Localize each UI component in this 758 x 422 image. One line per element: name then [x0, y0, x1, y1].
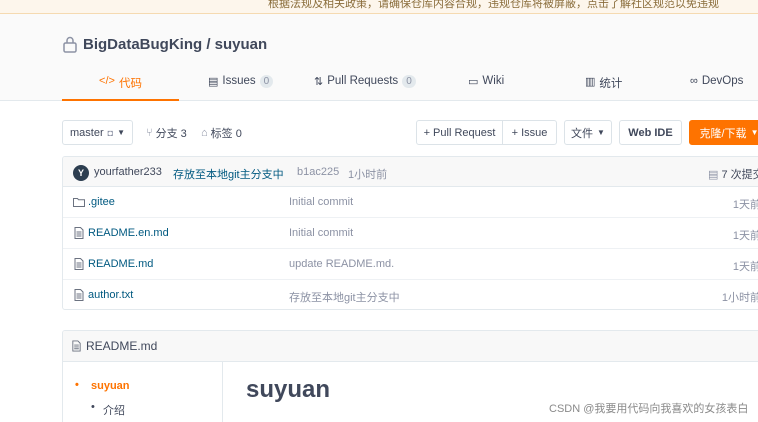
pr-count-badge: 0 — [402, 75, 416, 88]
file-name[interactable]: .gitee — [88, 196, 115, 208]
repo-title: BigDataBugKing / suyuan — [62, 36, 267, 53]
file-commit-message[interactable]: 存放至本地git主分支中 — [289, 289, 400, 305]
toc-label: 介绍 — [103, 405, 125, 417]
tag-icon: ⌂ — [201, 127, 208, 139]
tab-code[interactable]: </> 代码 — [62, 72, 179, 101]
file-menu-button[interactable]: 文件 ▼ — [564, 120, 612, 145]
file-icon — [74, 289, 84, 301]
file-commit-message[interactable]: Initial commit — [289, 196, 353, 208]
tab-wiki[interactable]: ▭ Wiki — [468, 72, 504, 101]
branches-count: 分支 3 — [155, 128, 187, 140]
code-icon: </> — [99, 75, 115, 87]
toc-label: suyuan — [91, 380, 130, 392]
commit-count[interactable]: ▤ 7 次提交 — [708, 166, 758, 182]
table-row[interactable]: author.txt 存放至本地git主分支中 1小时前 — [63, 280, 758, 309]
repo-full-name[interactable]: BigDataBugKing / suyuan — [83, 36, 267, 53]
file-menu-label: 文件 — [571, 127, 594, 140]
toc-item-active[interactable]: suyuan — [75, 379, 130, 392]
clone-download-button[interactable]: 克隆/下载 ▼ — [689, 120, 758, 145]
tab-devops[interactable]: ∞ DevOps — [690, 72, 743, 101]
tags-count: 标签 0 — [210, 128, 242, 140]
issues-icon: ▤ — [208, 76, 219, 88]
notice-text: 根据法规及相关政策，请确保仓库内容合规，违规仓库将被屏蔽，点击了解社区规范以免违… — [268, 0, 719, 10]
watermark: CSDN @我要用代码向我喜欢的女孩表白 — [549, 403, 749, 415]
branch-icon: ⑂ — [146, 127, 153, 139]
table-row[interactable]: README.md update README.md. 1天前 — [63, 249, 758, 280]
file-time: 1天前 — [732, 230, 758, 242]
repo-toolbar: master ◘ ▼ ⑂ 分支 3 ⌂ 标签 0 + Pull Request … — [62, 120, 758, 146]
file-icon — [74, 258, 84, 270]
wiki-icon: ▭ — [468, 76, 479, 88]
shield-icon: ◘ — [107, 127, 114, 138]
file-commit-message[interactable]: Initial commit — [289, 227, 353, 239]
tags-link[interactable]: ⌂ 标签 0 — [201, 125, 242, 141]
branches-link[interactable]: ⑂ 分支 3 — [146, 125, 187, 141]
commit-sha[interactable]: b1ac225 — [297, 166, 339, 178]
file-time: 1小时前 — [721, 292, 758, 304]
repo-tabs: </> 代码 ▤ Issues 0 ⇅ Pull Requests 0 ▭ Wi… — [62, 72, 758, 101]
tab-label: 统计 — [599, 78, 623, 90]
notice-bar: 根据法规及相关政策，请确保仓库内容合规，违规仓库将被屏蔽，点击了解社区规范以免违… — [0, 0, 758, 14]
commit-author[interactable]: yourfather233 — [94, 166, 162, 178]
file-name[interactable]: README.en.md — [88, 227, 169, 239]
tab-pull-requests[interactable]: ⇅ Pull Requests 0 — [314, 72, 416, 101]
issues-count-badge: 0 — [259, 75, 274, 88]
readme-title: suyuan — [246, 376, 331, 403]
chevron-down-icon: ▼ — [750, 128, 758, 137]
readme-filename: README.md — [86, 339, 158, 353]
file-time: 1天前 — [732, 199, 758, 211]
tab-label: DevOps — [701, 75, 744, 87]
file-name[interactable]: author.txt — [88, 289, 133, 301]
latest-commit-bar: Y yourfather233 存放至本地git主分支中 b1ac225 1小时… — [63, 157, 758, 187]
table-row[interactable]: README.en.md Initial commit 1天前 — [63, 218, 758, 249]
tab-issues[interactable]: ▤ Issues 0 — [208, 72, 274, 101]
commit-time: 1小时前 — [348, 169, 388, 181]
avatar[interactable]: Y — [73, 165, 89, 181]
table-row[interactable]: .gitee Initial commit 1天前 — [63, 187, 758, 218]
commits-icon: ▤ — [708, 169, 719, 181]
chevron-down-icon: ▼ — [117, 128, 125, 137]
file-icon — [74, 227, 84, 239]
new-pull-request-button[interactable]: + Pull Request — [416, 120, 503, 145]
tab-label: Pull Requests — [327, 75, 399, 87]
stats-icon: ▥ — [585, 76, 596, 88]
new-issue-button[interactable]: + Issue — [502, 120, 557, 145]
file-commit-message[interactable]: update README.md. — [289, 258, 394, 270]
clone-label: 克隆/下载 — [699, 127, 747, 140]
folder-icon — [73, 198, 85, 207]
branch-select[interactable]: master ◘ ▼ — [62, 120, 133, 145]
file-icon — [72, 340, 81, 352]
tab-label: 代码 — [118, 78, 142, 90]
tab-stats[interactable]: ▥ 统计 — [585, 72, 622, 101]
file-name[interactable]: README.md — [88, 258, 153, 270]
commit-message[interactable]: 存放至本地git主分支中 — [173, 166, 284, 182]
file-time: 1天前 — [732, 261, 758, 273]
web-ide-button[interactable]: Web IDE — [619, 120, 682, 145]
branch-name: master — [70, 126, 104, 139]
readme-header: README.md — [63, 331, 758, 362]
lock-icon — [63, 36, 77, 53]
toc-item[interactable]: 介绍 — [91, 401, 125, 418]
file-list: Y yourfather233 存放至本地git主分支中 b1ac225 1小时… — [62, 156, 758, 310]
tab-label: Issues — [222, 75, 256, 87]
readme-toc: suyuan 介绍 — [63, 362, 223, 422]
tab-label: Wiki — [482, 75, 505, 87]
repo-header: BigDataBugKing / suyuan </> 代码 ▤ Issues … — [0, 14, 758, 101]
chevron-down-icon: ▼ — [597, 128, 605, 137]
commit-count-label: 7 次提交 — [721, 169, 758, 181]
devops-icon: ∞ — [690, 75, 698, 87]
pull-request-icon: ⇅ — [314, 76, 324, 88]
